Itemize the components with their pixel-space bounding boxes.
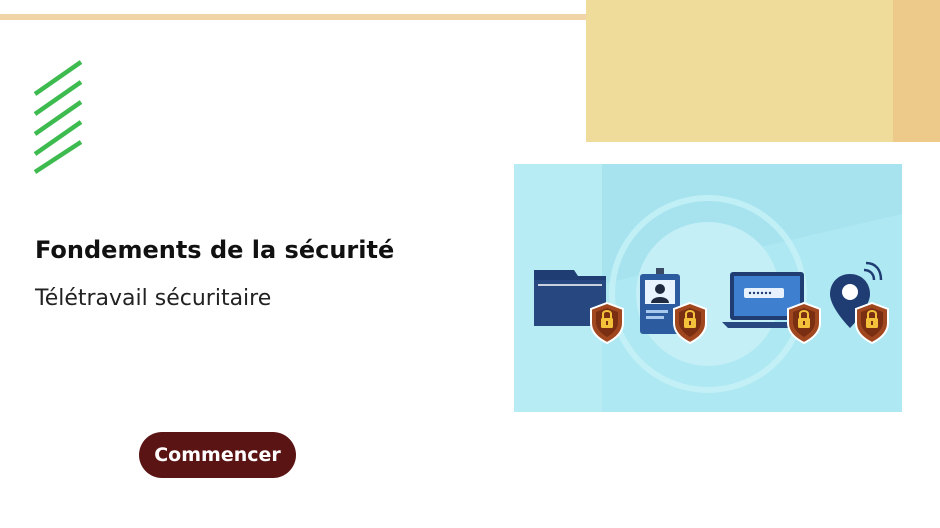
decorative-block (586, 0, 940, 142)
top-decorative-line (0, 14, 586, 20)
start-button[interactable]: Commencer (139, 432, 296, 478)
course-title: Fondements de la sécurité (35, 236, 395, 264)
security-illustration (514, 164, 902, 412)
decorative-block-edge (893, 0, 940, 142)
course-subtitle: Télétravail sécuritaire (35, 286, 272, 311)
green-stripes-decoration (34, 60, 83, 174)
